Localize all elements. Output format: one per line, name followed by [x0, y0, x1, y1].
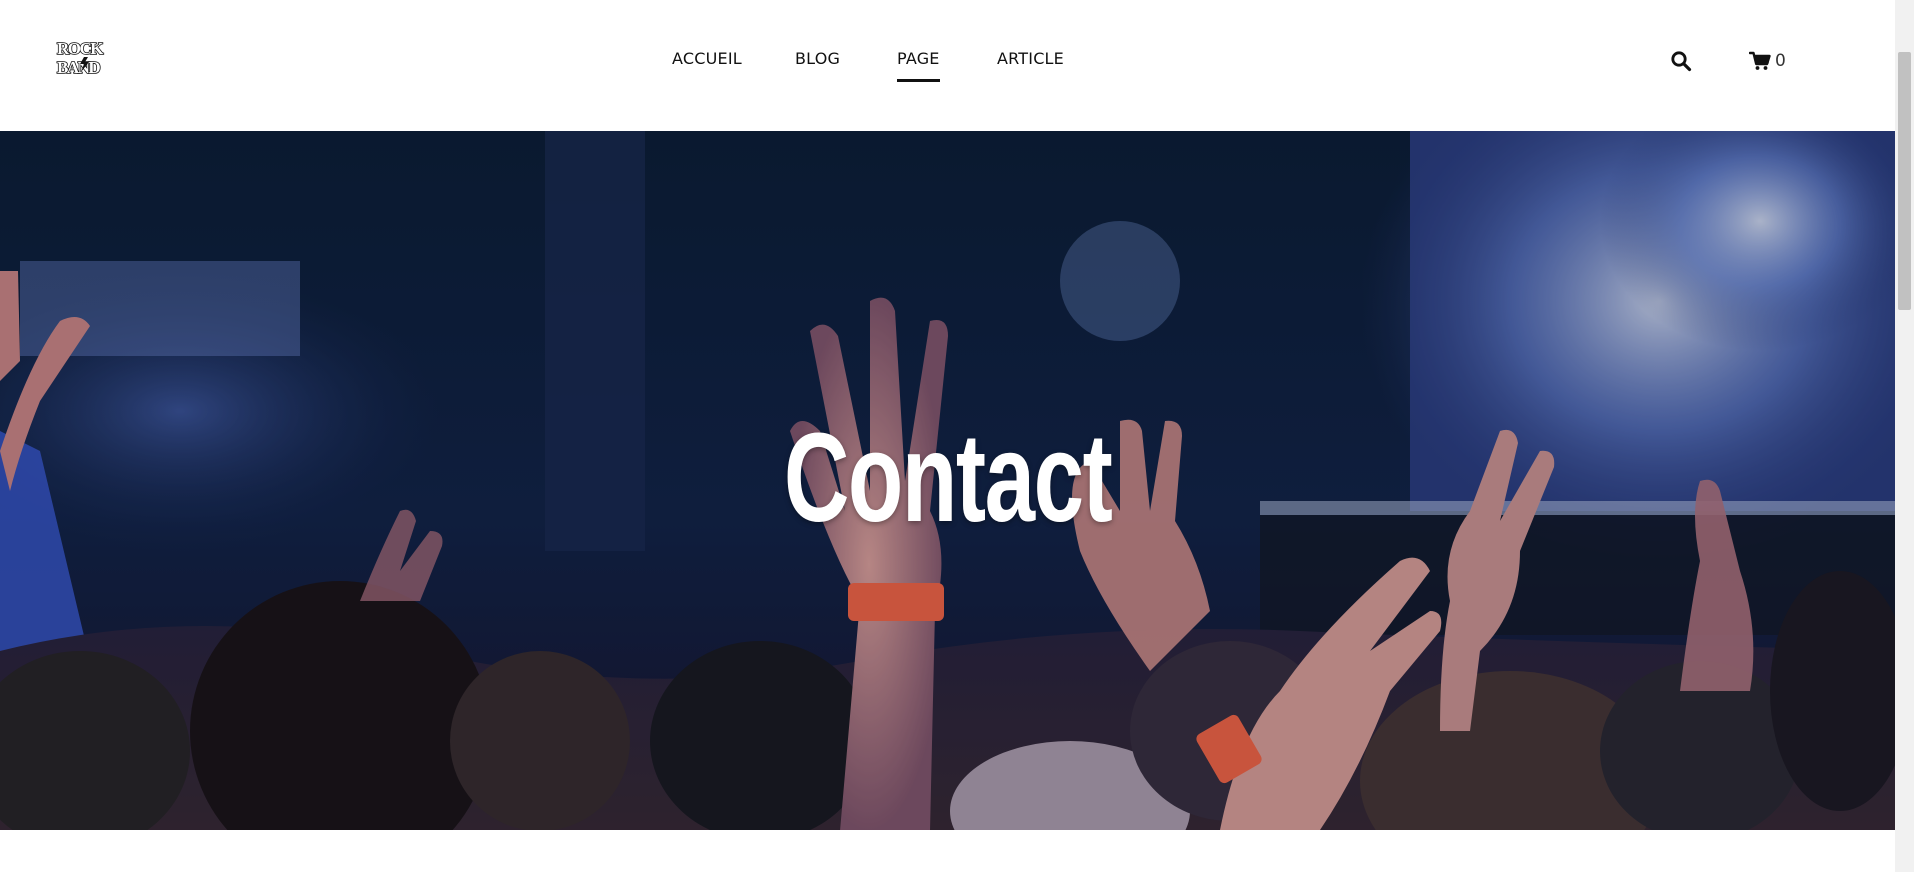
cart-button[interactable]: 0 [1749, 49, 1786, 73]
page-title: Contact [783, 407, 1113, 548]
scrollbar-thumb[interactable] [1898, 52, 1911, 310]
search-icon[interactable] [1670, 50, 1692, 72]
hero-banner: Contact [0, 131, 1895, 830]
nav-item-article[interactable]: ARTICLE [997, 49, 1064, 68]
cart-icon [1749, 51, 1771, 70]
nav-item-page[interactable]: PAGE [897, 49, 940, 82]
cart-count: 0 [1775, 51, 1786, 71]
main-nav: ACCUEIL BLOG PAGE ARTICLE [0, 49, 1895, 89]
page-scrollbar[interactable] [1895, 0, 1914, 872]
nav-item-accueil[interactable]: ACCUEIL [672, 49, 742, 68]
page-content: ROCK BAND ACCUEIL BLOG PAGE ARTICLE 0 Co… [0, 0, 1895, 872]
page: ROCK BAND ACCUEIL BLOG PAGE ARTICLE 0 Co… [0, 0, 1914, 872]
site-header: ROCK BAND ACCUEIL BLOG PAGE ARTICLE 0 [0, 0, 1895, 131]
nav-item-blog[interactable]: BLOG [795, 49, 840, 68]
